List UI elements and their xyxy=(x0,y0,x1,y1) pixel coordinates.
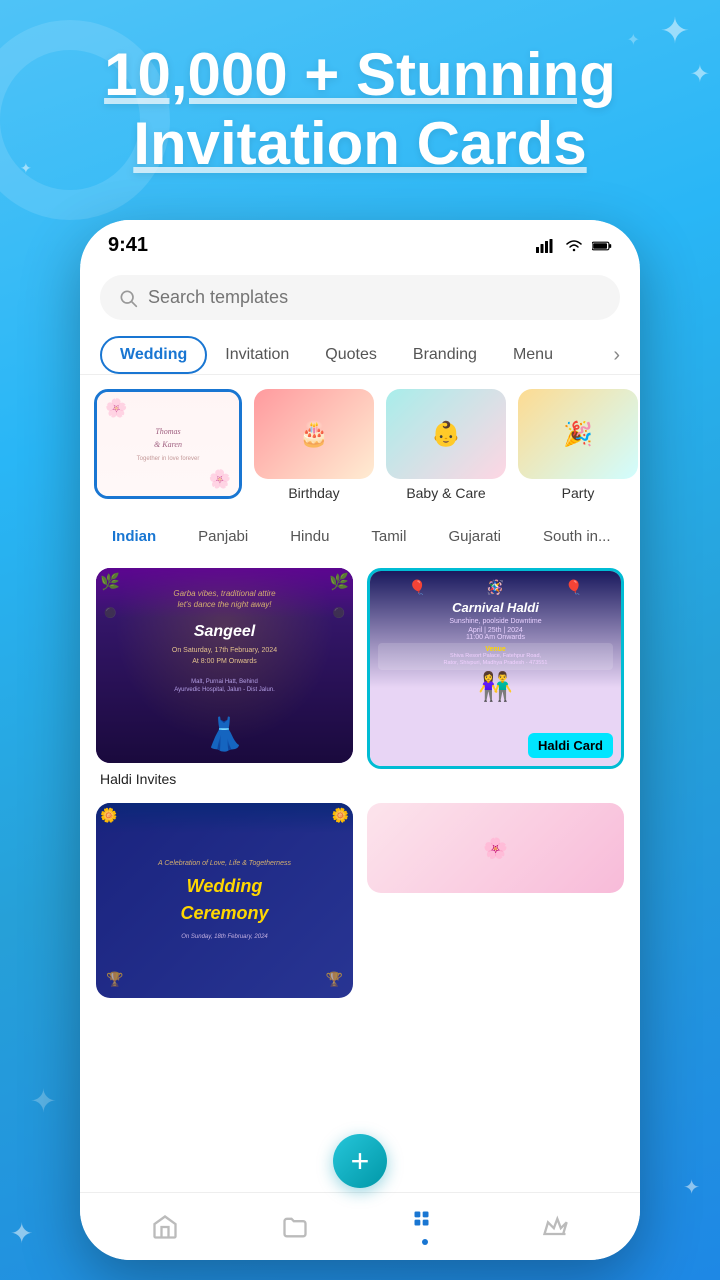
tab-menu[interactable]: Menu xyxy=(495,336,571,374)
carnival-haldi-card: 🎈 🪅 🎈 Carnival Haldi Sunshine, poolside … xyxy=(367,568,624,769)
wedding-preview-content: 🌸 🌸 Thomas& Karen Together in love forev… xyxy=(97,392,239,496)
template-card-baby[interactable]: 👶 Baby & Care xyxy=(386,389,506,501)
tab-quotes[interactable]: Quotes xyxy=(307,336,395,374)
sparkle-decoration-br: ✦ xyxy=(683,1175,700,1200)
pill-panjabi[interactable]: Panjabi xyxy=(182,521,264,552)
carnival-venue-detail: Shiva Resort Palace, Fatehpur Road,Rator… xyxy=(383,653,608,667)
birthday-template-preview: 🎂 xyxy=(254,389,374,479)
category-tabs: Wedding Invitation Quotes Branding Menu … xyxy=(80,336,640,375)
carnival-haldi-container[interactable]: 🎈 🪅 🎈 Carnival Haldi Sunshine, poolside … xyxy=(367,568,624,789)
bottom-nav xyxy=(80,1192,640,1260)
haldi-invites-card[interactable]: 🌿 🌿 Garba vibes, traditional attirelet's… xyxy=(96,568,353,789)
template-card-wedding[interactable]: 🌸 🌸 Thomas& Karen Together in love forev… xyxy=(94,389,242,501)
tab-invitation[interactable]: Invitation xyxy=(207,336,307,374)
tabs-chevron-icon[interactable]: › xyxy=(613,344,620,367)
tab-branding[interactable]: Branding xyxy=(395,336,495,374)
sparkle-large-bl: ✦ xyxy=(30,1082,57,1120)
pill-south-indian[interactable]: South in... xyxy=(527,521,627,552)
region-filter-pills: Indian Panjabi Hindu Tamil Gujarati Sout… xyxy=(80,515,640,558)
phone-frame: 9:41 xyxy=(80,220,640,1260)
hero-title-line1: 10,000 + Stunning xyxy=(104,41,616,108)
pill-gujarati[interactable]: Gujarati xyxy=(432,521,517,552)
template-card-party[interactable]: 🎉 Party xyxy=(518,389,638,501)
party-template-preview: 🎉 xyxy=(518,389,638,479)
folder-icon xyxy=(281,1213,309,1241)
status-bar: 9:41 xyxy=(80,220,640,265)
ceremony-text-content: A Celebration of Love, Life & Togetherne… xyxy=(150,851,299,951)
crown-icon xyxy=(541,1213,569,1241)
pill-indian[interactable]: Indian xyxy=(96,521,172,552)
baby-label: Baby & Care xyxy=(406,485,485,501)
birthday-label: Birthday xyxy=(288,485,339,501)
haldi-card-visual: 🌿 🌿 Garba vibes, traditional attirelet's… xyxy=(96,568,353,763)
partial-card: 🌸 xyxy=(367,803,624,893)
pill-tamil[interactable]: Tamil xyxy=(355,521,422,552)
hero-section: 10,000 + Stunning Invitation Cards xyxy=(0,40,720,178)
status-time: 9:41 xyxy=(108,234,148,257)
partial-card-visual: 🌸 xyxy=(367,803,624,893)
nav-grid[interactable] xyxy=(411,1208,439,1245)
search-icon xyxy=(118,288,138,308)
haldi-invites-image: 🌿 🌿 Garba vibes, traditional attirelet's… xyxy=(96,568,353,763)
carnival-venue-label: Venue xyxy=(383,646,608,653)
hero-title-line2: Invitation Cards xyxy=(133,110,586,177)
home-icon xyxy=(151,1213,179,1241)
grid-icon xyxy=(411,1208,439,1236)
search-input[interactable] xyxy=(148,287,602,308)
nav-home[interactable] xyxy=(151,1213,179,1241)
partial-card-container[interactable]: 🌸 xyxy=(367,803,624,998)
sparkle-decoration-bl: ✦ xyxy=(10,1217,33,1250)
carnival-time: 11:00 Am Onwards xyxy=(378,634,613,641)
template-card-birthday[interactable]: 🎂 Birthday xyxy=(254,389,374,501)
ceremony-title: WeddingCeremony xyxy=(158,873,291,927)
baby-template-preview: 👶 xyxy=(386,389,506,479)
baby-preview-content: 👶 xyxy=(386,389,506,479)
haldi-badge: Haldi Card xyxy=(528,733,613,758)
carnival-title: Carnival Haldi xyxy=(378,600,613,615)
haldi-person-icon: 👗 xyxy=(205,715,245,753)
pill-hindu[interactable]: Hindu xyxy=(274,521,345,552)
party-label: Party xyxy=(562,485,595,501)
carnival-subtitle: Sunshine, poolside Downtime xyxy=(378,617,613,627)
wedding-template-preview: 🌸 🌸 Thomas& Karen Together in love forev… xyxy=(94,389,242,499)
carnival-date: April | 25th | 2024 xyxy=(378,627,613,634)
carnival-couple-icon: 👫 xyxy=(378,673,613,701)
template-row: 🌸 🌸 Thomas& Karen Together in love forev… xyxy=(80,375,640,515)
nav-active-dot xyxy=(422,1239,428,1245)
nav-folder[interactable] xyxy=(281,1213,309,1241)
status-icons xyxy=(536,239,612,253)
haldi-card-date: On Saturday, 17th February, 2024At 8:00 … xyxy=(100,646,349,667)
carnival-venue-box: Venue Shiva Resort Palace, Fatehpur Road… xyxy=(378,643,613,670)
fab-icon: + xyxy=(351,1143,370,1180)
birthday-preview-content: 🎂 xyxy=(254,389,374,479)
wifi-icon xyxy=(564,239,584,253)
signal-icon xyxy=(536,239,556,253)
haldi-card-venue: Malt, Purnai Hatt, BehindAyurvedic Hospi… xyxy=(100,678,349,695)
battery-icon xyxy=(592,239,612,253)
wedding-ceremony-card: 🌼 🌼 A Celebration of Love, Life & Togeth… xyxy=(96,803,353,998)
haldi-card-title: Sangeel xyxy=(194,623,255,641)
party-preview-content: 🎉 xyxy=(518,389,638,479)
ceremony-visual: 🌼 🌼 A Celebration of Love, Life & Togeth… xyxy=(96,803,353,998)
haldi-card-subtitle: Garba vibes, traditional attirelet's dan… xyxy=(109,588,340,610)
hero-title: 10,000 + Stunning Invitation Cards xyxy=(40,40,680,178)
haldi-invites-label: Haldi Invites xyxy=(96,763,353,789)
wedding-ceremony-container[interactable]: 🌼 🌼 A Celebration of Love, Life & Togeth… xyxy=(96,803,353,998)
nav-crown[interactable] xyxy=(541,1213,569,1241)
phone-content: 🌸 🌸 Thomas& Karen Together in love forev… xyxy=(80,375,640,1260)
cards-grid: 🌿 🌿 Garba vibes, traditional attirelet's… xyxy=(80,558,640,1008)
search-bar[interactable] xyxy=(100,275,620,320)
tab-wedding[interactable]: Wedding xyxy=(100,336,207,374)
fab-button[interactable]: + xyxy=(333,1134,387,1188)
